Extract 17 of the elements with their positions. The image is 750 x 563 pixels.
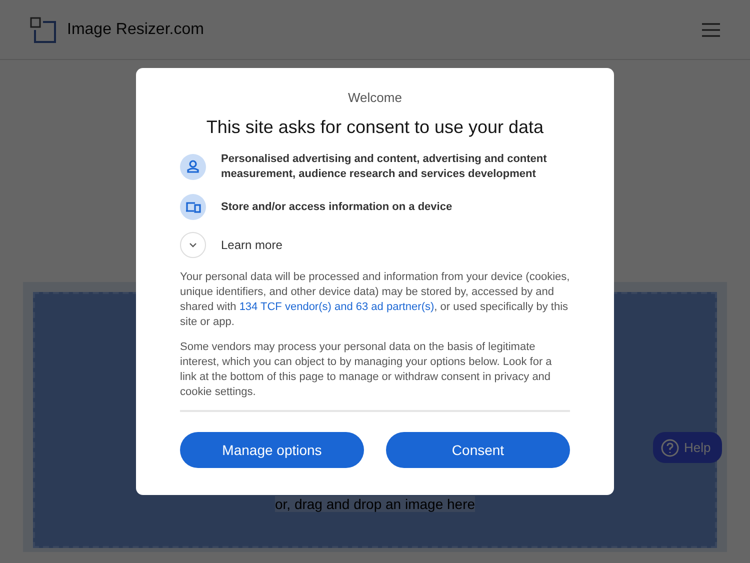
- consent-paragraph: Your personal data will be processed and information from your device (cookies, unique identifiers, and other device data) may be stored by, accessed by and shared with 134 TCF vendor(s) and 63 ad partner(s), or used specifically by this site or app.: [180, 270, 570, 330]
- chevron-icon: [180, 232, 206, 258]
- site-logo[interactable]: Image Resizer.com: [67, 20, 702, 38]
- menu-icon[interactable]: [702, 22, 720, 36]
- purpose-text: Personalised advertising and content, advertising and content measurement, audience research and services development: [221, 152, 548, 182]
- vendors-link[interactable]: 134 TCF vendor(s) and 63 ad partner(s): [239, 301, 434, 313]
- learn-more-toggle[interactable]: Learn more: [180, 232, 570, 258]
- dialog-title: This site asks for consent to use your data: [205, 117, 545, 138]
- purpose-text: Store and/or access information on a device: [221, 200, 452, 214]
- devices-icon: [180, 194, 206, 220]
- dialog-button[interactable]: Consent: [386, 432, 570, 468]
- help-icon: [661, 438, 679, 456]
- dialog-subtitle: Welcome: [347, 90, 403, 105]
- dialog-button[interactable]: Manage options: [180, 432, 364, 468]
- consent-paragraph: Some vendors may process your personal data on the basis of legitimate interest, which you can object to by managing your options below. Look for a link at the bottom of this page to manage or withdraw consent in privacy and cookie settings.: [180, 340, 553, 400]
- person-icon: [180, 154, 206, 180]
- logo-icon: [30, 16, 56, 42]
